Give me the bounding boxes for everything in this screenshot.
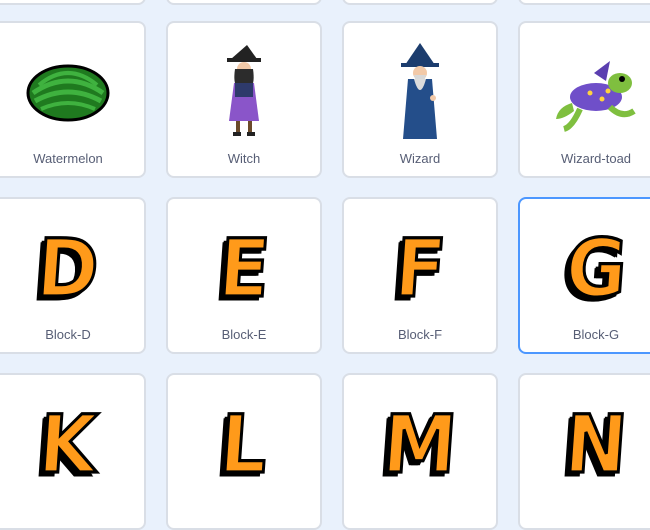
block-letter: M (378, 397, 461, 493)
block-m-icon: M (344, 389, 496, 501)
wizard-toad-icon (520, 37, 650, 149)
wizard-icon (344, 37, 496, 149)
block-g-icon: G (520, 213, 650, 325)
witch-icon (168, 37, 320, 149)
block-letter: G (561, 221, 631, 317)
sprite-tile-partial[interactable] (342, 0, 498, 5)
sprite-tile-watermelon[interactable]: Watermelon (0, 21, 146, 178)
block-letter: L (216, 397, 273, 493)
block-n-icon: N (520, 389, 650, 501)
sprite-label: Watermelon (33, 151, 103, 166)
sprite-tile-block-l[interactable]: L (166, 373, 322, 530)
sprite-tile-partial[interactable] (518, 0, 650, 5)
sprite-tile-block-n[interactable]: N (518, 373, 650, 530)
sprite-tile-block-e[interactable]: E Block-E (166, 197, 322, 354)
sprite-tile-wizard[interactable]: Wizard (342, 21, 498, 178)
block-letter: E (214, 221, 274, 317)
block-letter: N (560, 397, 632, 493)
sprite-tile-partial[interactable] (166, 0, 322, 5)
sprite-tile-witch[interactable]: Witch (166, 21, 322, 178)
block-letter: F (390, 221, 450, 317)
block-letter: K (35, 397, 102, 493)
sprite-tile-block-d[interactable]: D Block-D (0, 197, 146, 354)
sprite-label: Wizard-toad (560, 151, 632, 166)
block-l-icon: L (168, 389, 320, 501)
sprite-label: Block-G (572, 327, 620, 342)
sprite-tile-partial[interactable] (0, 0, 146, 5)
sprite-label: Block-E (221, 327, 267, 342)
sprite-tile-block-k[interactable]: K (0, 373, 146, 530)
sprite-label: Block-F (397, 327, 443, 342)
watermelon-icon (0, 37, 144, 149)
sprite-tile-block-m[interactable]: M (342, 373, 498, 530)
block-k-icon: K (0, 389, 144, 501)
sprite-label: Block-D (45, 327, 91, 342)
sprite-tile-wizard-toad[interactable]: Wizard-toad (518, 21, 650, 178)
sprite-tile-block-g[interactable]: G Block-G (518, 197, 650, 354)
block-e-icon: E (168, 213, 320, 325)
block-letter: D (32, 221, 103, 317)
sprite-label: Witch (227, 151, 261, 166)
sprite-label: Wizard (399, 151, 441, 166)
block-f-icon: F (344, 213, 496, 325)
block-d-icon: D (0, 213, 144, 325)
sprite-tile-block-f[interactable]: F Block-F (342, 197, 498, 354)
